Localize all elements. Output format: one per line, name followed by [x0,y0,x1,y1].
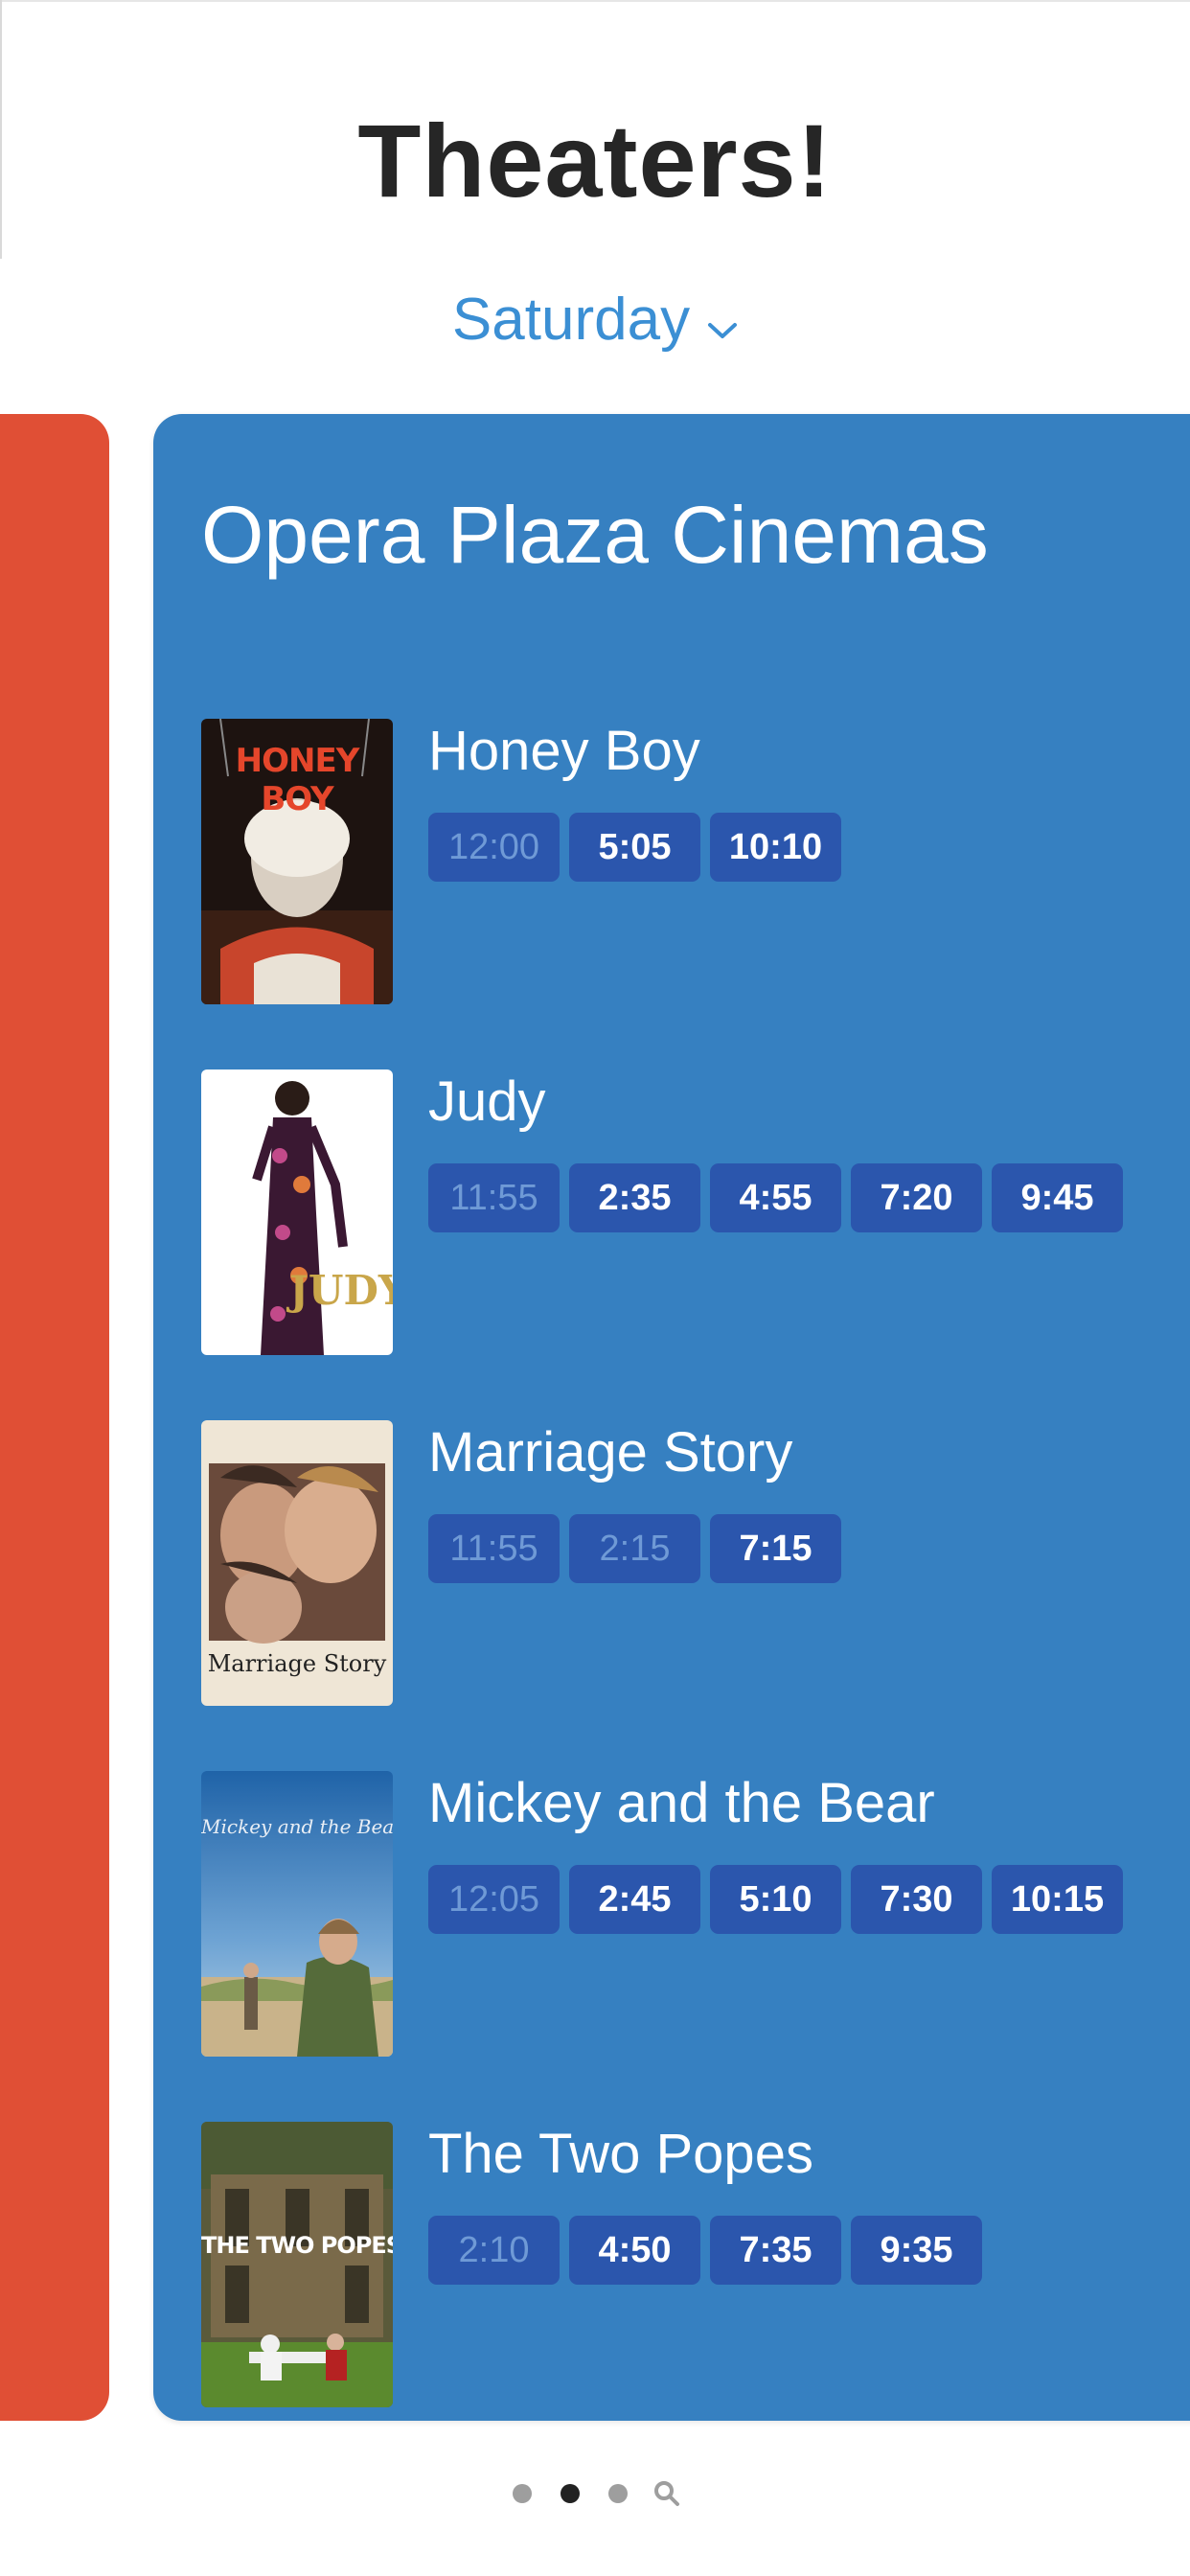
movie-item[interactable]: HONEY BOY Honey Boy 12:00 5:05 10:10 [201,719,1159,1006]
theater-card: Opera Plaza Cinemas HONEY BOY Honey Boy … [153,414,1190,2421]
showtime-button[interactable]: 10:15 [992,1865,1123,1934]
movie-title: Mickey and the Bear [428,1772,935,1834]
page-dot-active[interactable] [561,2484,580,2503]
poster-title: Mickey and the Bear [201,1815,393,1838]
showtime-button[interactable]: 2:35 [569,1163,700,1232]
movie-title: Judy [428,1070,546,1133]
page-dot[interactable] [608,2484,628,2503]
movie-title: The Two Popes [428,2123,813,2185]
showtimes: 12:05 2:45 5:10 7:30 10:15 [428,1865,1133,1934]
showtimes: 11:55 2:35 4:55 7:20 9:45 [428,1163,1133,1232]
movie-item[interactable]: Mickey and the Bear Mickey and the Bear … [201,1771,1159,2058]
header: Theaters! Saturday [0,0,1190,412]
top-border [0,0,1190,2]
poster-title: Marriage Story [207,1650,387,1677]
movie-title: Marriage Story [428,1421,793,1484]
showtime-button[interactable]: 7:15 [710,1514,841,1583]
page-dot[interactable] [513,2484,532,2503]
movie-poster[interactable]: Mickey and the Bear [201,1771,393,2057]
showtime-button[interactable]: 9:35 [851,2216,982,2285]
showtime-button[interactable]: 10:10 [710,813,841,882]
search-icon[interactable] [653,2480,680,2507]
showtime-button[interactable]: 12:05 [428,1865,560,1934]
showtime-button[interactable]: 12:00 [428,813,560,882]
showtime-button[interactable]: 4:55 [710,1163,841,1232]
showtime-button[interactable]: 11:55 [428,1514,560,1583]
movie-title: Honey Boy [428,720,700,782]
poster-title: THE TWO POPES [201,2232,393,2259]
movie-item[interactable]: JUDY Judy 11:55 2:35 4:55 7:20 9:45 [201,1070,1159,1357]
showtime-button[interactable]: 2:45 [569,1865,700,1934]
showtime-button[interactable]: 7:30 [851,1865,982,1934]
page-indicator [0,2480,1190,2507]
showtime-button[interactable]: 4:50 [569,2216,700,2285]
showtime-button[interactable]: 9:45 [992,1163,1123,1232]
showtimes: 11:55 2:15 7:15 [428,1514,851,1583]
chevron-down-icon [707,287,738,355]
movie-item[interactable]: Marriage Story Marriage Story 11:55 2:15… [201,1420,1159,1708]
previous-theater-card[interactable] [0,414,109,2421]
movie-poster[interactable]: Marriage Story [201,1420,393,1706]
showtime-button[interactable]: 7:35 [710,2216,841,2285]
poster-title: JUDY [289,1267,393,1314]
movie-poster[interactable]: HONEY BOY [201,719,393,1004]
movie-poster[interactable]: JUDY [201,1070,393,1355]
showtime-button[interactable]: 5:05 [569,813,700,882]
showtime-button[interactable]: 2:10 [428,2216,560,2285]
showtime-button[interactable]: 11:55 [428,1163,560,1232]
movie-poster[interactable]: THE TWO POPES [201,2122,393,2407]
showtime-button[interactable]: 7:20 [851,1163,982,1232]
day-picker[interactable]: Saturday [0,286,1190,355]
showtime-button[interactable]: 5:10 [710,1865,841,1934]
showtimes: 2:10 4:50 7:35 9:35 [428,2216,992,2285]
showtimes: 12:00 5:05 10:10 [428,813,851,882]
day-picker-label: Saturday [451,287,691,353]
page-title: Theaters! [357,103,833,218]
movie-item[interactable]: THE TWO POPES The Two Popes 2:10 4:50 7:… [201,2122,1159,2409]
theater-name: Opera Plaza Cinemas [201,490,989,580]
showtime-button[interactable]: 2:15 [569,1514,700,1583]
poster-title: HONEY BOY [235,742,360,818]
